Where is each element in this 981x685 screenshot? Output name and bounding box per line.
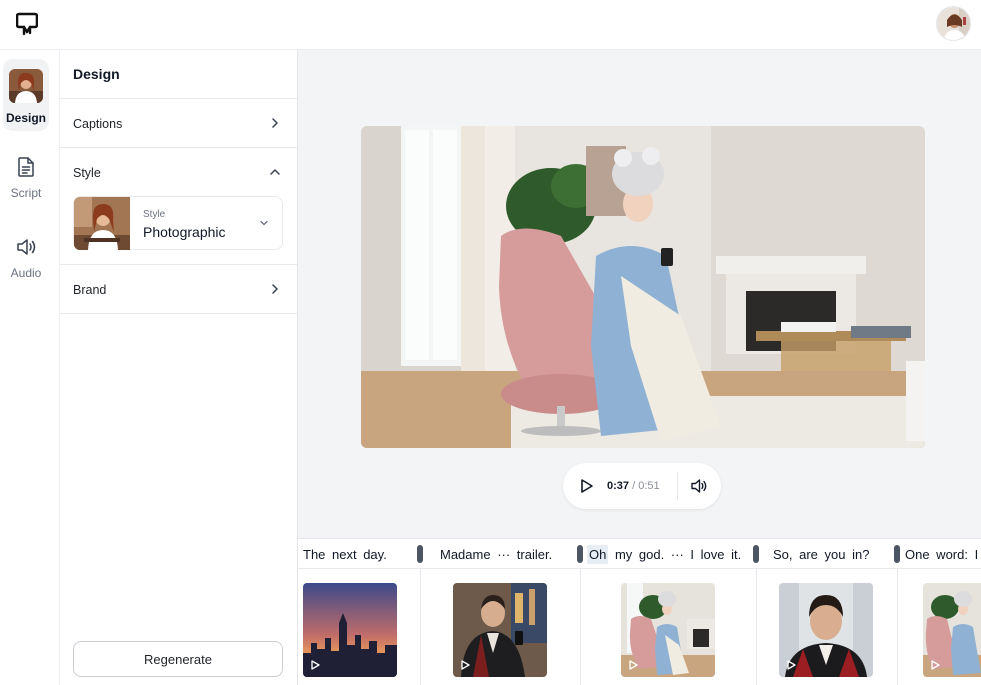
caption-segment-active[interactable]: Oh my god. ··· I love it. <box>587 545 742 564</box>
play-icon <box>629 660 638 670</box>
left-rail: Design Script Audio <box>0 50 60 685</box>
segment-divider <box>580 569 581 685</box>
style-dropdown[interactable]: Style Photographic <box>73 196 283 250</box>
play-icon <box>461 660 470 670</box>
rail-item-script[interactable]: Script <box>3 140 49 212</box>
playback-controls: 0:37 / 0:51 <box>563 463 721 509</box>
style-caption: Style <box>143 209 166 220</box>
scene-thumbnail[interactable] <box>779 583 873 677</box>
design-thumbnail <box>9 69 43 103</box>
brand-section[interactable]: Brand <box>60 264 298 313</box>
brand-logo-icon[interactable] <box>16 12 38 36</box>
play-icon[interactable] <box>577 477 595 495</box>
duration: 0:51 <box>638 480 660 492</box>
speaker-icon[interactable] <box>690 477 708 495</box>
speaker-icon <box>17 239 36 255</box>
chevron-right-icon <box>272 118 278 128</box>
scene-thumbnail[interactable] <box>923 583 981 677</box>
scene-thumbnail[interactable] <box>303 583 397 677</box>
style-value: Photographic <box>143 224 226 240</box>
segment-divider <box>756 569 757 685</box>
design-panel: Design Captions Style Style Photographic… <box>60 50 298 685</box>
chevron-down-icon <box>260 220 268 226</box>
style-label: Style <box>73 166 101 180</box>
time-display: 0:37 / 0:51 <box>607 480 660 492</box>
segment-divider <box>897 569 898 685</box>
play-icon <box>787 660 796 670</box>
controls-divider <box>677 472 678 500</box>
play-icon <box>311 660 320 670</box>
rail-label-design: Design <box>5 111 46 125</box>
time-separator: / <box>629 480 639 492</box>
video-preview[interactable] <box>361 126 925 448</box>
segment-handle[interactable] <box>417 545 423 563</box>
chevron-up-icon <box>270 169 280 175</box>
divider <box>60 313 298 314</box>
caption-segment[interactable]: So, are you in? <box>773 547 869 562</box>
segment-divider <box>420 569 421 685</box>
scene-thumbnail[interactable] <box>453 583 547 677</box>
play-icon <box>931 660 940 670</box>
regenerate-button[interactable]: Regenerate <box>73 641 283 677</box>
current-time: 0:37 <box>607 480 630 492</box>
caption-track: The next day. Madame ··· trailer. Oh my … <box>298 539 981 569</box>
captions-section[interactable]: Captions <box>60 98 298 147</box>
rail-item-design[interactable]: Design <box>3 59 49 131</box>
segment-handle[interactable] <box>894 545 900 563</box>
timeline: The next day. Madame ··· trailer. Oh my … <box>298 538 981 685</box>
highlighted-word: Oh <box>587 545 609 564</box>
captions-label: Captions <box>73 117 123 131</box>
segment-handle[interactable] <box>577 545 583 563</box>
panel-title: Design <box>73 66 120 82</box>
caption-segment[interactable]: The next day. <box>303 547 387 562</box>
rail-item-audio[interactable]: Audio <box>3 220 49 292</box>
style-thumbnail <box>74 197 130 250</box>
scene-thumbnail[interactable] <box>621 583 715 677</box>
rail-label-audio: Audio <box>10 266 42 280</box>
caption-segment[interactable]: One word: I <box>905 547 978 562</box>
chevron-right-icon <box>272 284 278 294</box>
document-icon <box>18 157 34 177</box>
top-bar <box>0 0 981 50</box>
rail-label-script: Script <box>10 186 42 200</box>
caption-rest: my god. ··· I love it. <box>608 547 742 562</box>
segment-handle[interactable] <box>753 545 759 563</box>
user-avatar[interactable] <box>936 6 971 41</box>
brand-label: Brand <box>73 283 107 297</box>
caption-segment[interactable]: Madame ··· trailer. <box>440 547 552 562</box>
main-area: 0:37 / 0:51 The next day. Madame ··· tra… <box>298 50 981 685</box>
